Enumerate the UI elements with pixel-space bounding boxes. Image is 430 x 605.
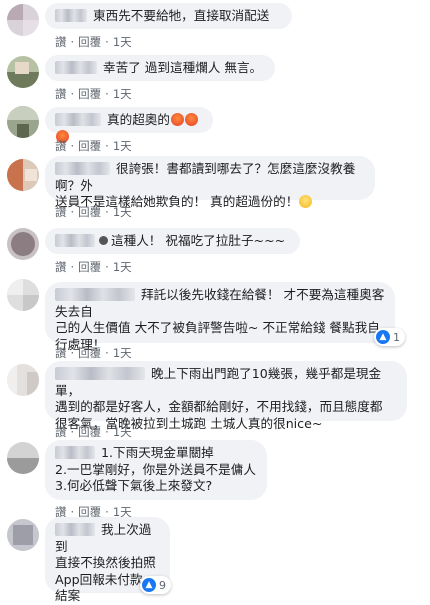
like-link[interactable]: 讚 [55,205,67,219]
timestamp[interactable]: 1天 [113,139,132,153]
author-name[interactable] [55,288,135,301]
avatar[interactable] [7,228,39,260]
timestamp[interactable]: 1天 [113,346,132,360]
like-link[interactable]: 讚 [55,425,67,439]
like-reaction-icon: ▲ [376,330,390,344]
avatar[interactable] [7,56,39,88]
reply-link[interactable]: 回覆 [78,346,101,360]
timestamp[interactable]: 1天 [113,205,132,219]
avatar[interactable] [7,159,39,191]
comment-text: 幸苦了 過到這種爛人 無言。 [103,60,263,75]
avatar[interactable] [7,519,39,551]
comment-bubble: 這種人！ 祝福吃了拉肚子~~~ [45,228,300,254]
like-reaction-icon: ▲ [142,578,156,592]
comment-meta: 讚 · 回覆 · 1天 [55,260,132,274]
author-name[interactable] [55,162,110,175]
reply-link[interactable]: 回覆 [78,425,101,439]
comment-text-line: 直接不換然後拍照 [55,555,156,570]
like-link[interactable]: 讚 [55,35,67,49]
reply-link[interactable]: 回覆 [78,35,101,49]
blurred-icon [99,236,108,245]
angry-emoji-icon [170,113,184,126]
reaction-count[interactable]: ▲ 9 [140,576,171,594]
comment-bubble: 很誇張！書都讀到哪去了？怎麼這麼沒教養啊？外 送員不是這樣給她欺負的！ 真的超過… [45,156,375,209]
like-link[interactable]: 讚 [55,346,67,360]
comment-bubble: 晚上下雨出門跑了10幾張，幾乎都是現金單， 遇到的都是好客人，金額都給剛好，不用… [45,361,407,431]
comment-meta: 讚 · 回覆 · 1天 [55,87,132,101]
like-link[interactable]: 讚 [55,260,67,274]
comment-bubble: 幸苦了 過到這種爛人 無言。 [45,55,275,81]
timestamp[interactable]: 1天 [113,35,132,49]
angry-emoji-icon [184,113,198,126]
reply-link[interactable]: 回覆 [78,205,101,219]
comment-text-line: 1.下雨天現金單關掉 [101,445,214,460]
avatar[interactable] [7,279,39,311]
comment-meta: 讚 · 回覆 · 1天 [55,35,132,49]
comment-bubble: 1.下雨天現金單關掉 2.一巴掌剛好，你是外送員不是傭人 3.何必低聲下氣後上來… [45,440,267,500]
comment-text: 真的超奧的 [107,112,170,127]
reply-link[interactable]: 回覆 [78,260,101,274]
author-name[interactable] [55,234,95,247]
comment-text: 這種人！ 祝福吃了拉肚子~~~ [111,233,286,248]
author-name[interactable] [55,61,97,74]
avatar[interactable] [7,4,39,36]
comment-meta: 讚 · 回覆 · 1天 [55,425,132,439]
comment-text-line: 己的人生價值 大不了被負評警告啦~ 不正常給錢 餐點我自 [55,320,380,335]
like-link[interactable]: 讚 [55,87,67,101]
comment-meta: 讚 · 回覆 · 1天 [55,139,132,153]
timestamp[interactable]: 1天 [113,87,132,101]
reply-link[interactable]: 回覆 [78,139,101,153]
comment-bubble: 拜託以後先收錢在給餐！ 才不要為這種奧客失去自 己的人生價值 大不了被負評警告啦… [45,282,395,352]
author-name[interactable] [55,113,101,126]
reply-link[interactable]: 回覆 [78,87,101,101]
author-name[interactable] [55,523,95,536]
timestamp[interactable]: 1天 [113,425,132,439]
author-name[interactable] [55,367,145,380]
avatar[interactable] [7,364,39,396]
comment-meta: 讚 · 回覆 · 1天 [55,346,132,360]
comment-meta: 讚 · 回覆 · 1天 [55,205,132,219]
comment-bubble: 真的超奧的 [45,107,213,143]
comment-text-line: 3.何必低聲下氣後上來發文? [55,478,213,493]
author-name[interactable] [55,446,95,459]
author-name[interactable] [55,9,87,22]
timestamp[interactable]: 1天 [113,260,132,274]
comment-text: 東西先不要給牠，直接取消配送 [93,8,270,23]
reaction-count[interactable]: ▲ 1 [374,328,405,346]
like-link[interactable]: 讚 [55,139,67,153]
sweat-emoji-icon [299,195,313,208]
comment-bubble: 東西先不要給牠，直接取消配送 [45,3,292,29]
avatar[interactable] [7,442,39,474]
comment-text-line: 2.一巴掌剛好，你是外送員不是傭人 [55,461,256,477]
comment-text-line: 遇到的都是好客人，金額都給剛好，不用找錢，而且態度都 [55,399,383,414]
avatar[interactable] [7,106,39,138]
